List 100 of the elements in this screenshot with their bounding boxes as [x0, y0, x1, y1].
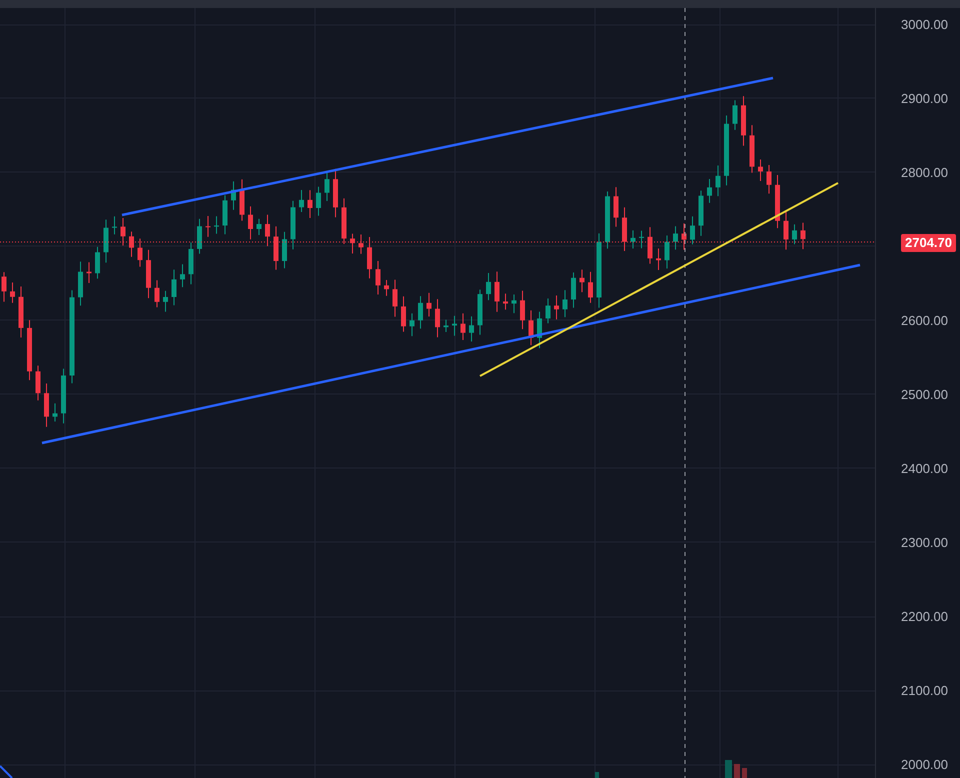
candlestick [214, 216, 219, 234]
candlestick [206, 216, 210, 238]
candlestick [605, 190, 610, 250]
candlestick [520, 290, 525, 330]
candlestick [274, 226, 278, 270]
candlestick [673, 226, 678, 250]
candlestick [146, 249, 151, 299]
candlestick [460, 312, 466, 340]
candlestick [528, 310, 534, 346]
candlestick [180, 264, 185, 288]
candlestick [707, 178, 712, 204]
candlestick [758, 158, 763, 182]
candlestick [469, 316, 474, 342]
candlestick [656, 248, 661, 271]
candlestick [222, 194, 228, 235]
candlestick [120, 218, 126, 246]
candlestick [78, 261, 83, 306]
candlestick [554, 294, 559, 320]
price-axis-label: 2600.00 [901, 312, 948, 330]
candlestick [324, 171, 330, 202]
candlestick [775, 174, 780, 229]
candlestick [240, 178, 244, 222]
candlestick [265, 214, 270, 247]
price-axis-label: 2500.00 [901, 386, 948, 404]
candlestick [290, 200, 296, 250]
price-axis-label: 2400.00 [901, 460, 948, 478]
candlestick [44, 383, 49, 428]
candlestick [18, 286, 24, 338]
price-axis-label: 2100.00 [901, 682, 948, 700]
candlestick [698, 190, 704, 236]
candlestick [571, 272, 576, 308]
candlestick [478, 289, 482, 336]
candlestick [231, 180, 236, 210]
price-axis-label: 2900.00 [901, 90, 948, 108]
candlestick [580, 269, 584, 293]
candlestick [61, 368, 66, 424]
candlestick [622, 206, 627, 252]
price-axis-label: 2800.00 [901, 164, 948, 182]
candlestick [129, 231, 134, 258]
candlestick [800, 222, 806, 250]
candlestick [724, 114, 729, 186]
candlestick [639, 230, 644, 249]
candlestick [486, 272, 491, 301]
candlestick [452, 315, 457, 336]
candlestick [444, 319, 448, 332]
candlestick [630, 230, 636, 249]
candlestick [682, 222, 686, 250]
candlestick [401, 296, 406, 332]
candlestick [494, 271, 500, 312]
candlestick [308, 190, 312, 219]
price-axis-label: 3000.00 [901, 16, 948, 34]
candlestick [188, 242, 194, 285]
candlestick [154, 280, 160, 308]
candlestick [546, 298, 550, 324]
candlestick [104, 219, 108, 264]
candlestick [750, 124, 754, 174]
price-axis-label: 2000.00 [901, 756, 948, 774]
candlestick [138, 238, 142, 268]
candlestick [95, 246, 100, 280]
candlestick [614, 186, 618, 228]
candlestick [792, 224, 797, 245]
current-price-badge: 2704.70 [901, 234, 956, 252]
candlestick [716, 165, 720, 197]
candlestick [282, 231, 287, 269]
candlestick [10, 282, 15, 304]
candlestick [384, 279, 389, 296]
candlestick [537, 311, 542, 349]
candlestick [2, 272, 6, 302]
candlestick [741, 96, 746, 146]
price-axis-label: 2200.00 [901, 608, 948, 626]
candlestick [376, 260, 380, 296]
candlestick [392, 279, 398, 318]
candlestick [588, 271, 593, 304]
candlestick [36, 365, 40, 401]
candlestick [172, 269, 176, 306]
candlestick [299, 189, 304, 213]
candlestick [512, 294, 516, 314]
candlestick [766, 164, 772, 194]
trend-line[interactable] [42, 264, 860, 444]
candlestick [418, 296, 423, 330]
candlestick [648, 226, 652, 264]
trend-line[interactable] [122, 76, 774, 216]
candlestick [248, 206, 253, 240]
candlestick [86, 262, 92, 284]
candlestick [367, 236, 372, 279]
candlestick [410, 312, 414, 337]
candlestick [784, 210, 788, 250]
candlestick [316, 186, 321, 216]
candlestick [163, 290, 168, 312]
candlestick [52, 402, 58, 422]
candlestick [562, 290, 568, 318]
candlestick [256, 218, 262, 236]
candlestick [503, 293, 508, 310]
candlestick [732, 100, 738, 130]
candlestick [342, 198, 346, 244]
candlestick [197, 218, 202, 254]
candlestick [426, 292, 432, 318]
candlestick [112, 216, 117, 235]
drawing-line[interactable] [0, 765, 13, 778]
candlestick [664, 234, 670, 269]
